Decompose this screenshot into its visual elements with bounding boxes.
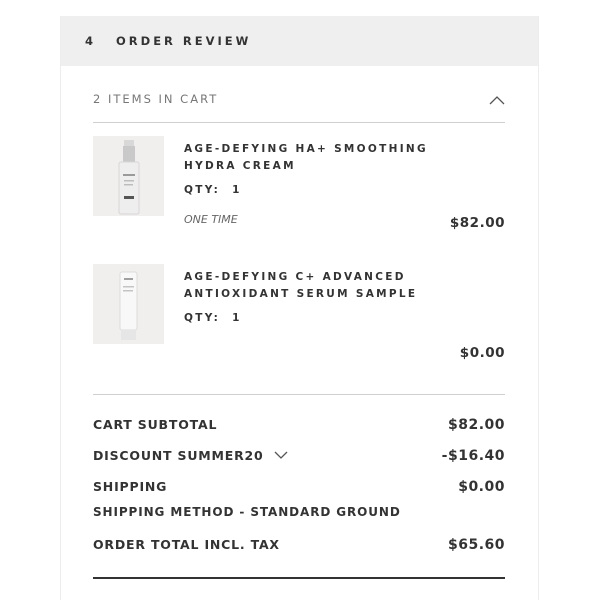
subtotal-value: $82.00 [447,416,505,433]
shipping-label: SHIPPING [93,479,168,494]
cart-toggle[interactable]: 2 ITEMS IN CART [93,92,505,123]
product-name: AGE-DEFYING HA+ SMOOTHING HYDRA CREAM [184,143,428,172]
item-price: $0.00 [459,345,505,361]
cream-pump-bottle-icon [118,140,140,215]
chevron-down-icon[interactable] [274,451,288,460]
cart-item: AGE-DEFYING HA+ SMOOTHING HYDRA CREAM QT… [93,136,505,256]
shipping-method: SHIPPING METHOD - STANDARD GROUND [93,505,401,519]
subtotal-label: CART SUBTOTAL [93,417,218,432]
qty-label: QTY: [184,184,221,196]
item-price: $82.00 [449,215,505,231]
items-in-cart-label: 2 ITEMS IN CART [93,92,219,106]
divider [93,577,505,579]
shipping-row: SHIPPING $0.00 [93,471,505,502]
qty-label: QTY: [184,312,221,324]
qty-value: 1 [232,312,242,324]
product-image [93,136,164,216]
discount-row: DISCOUNT SUMMER20 -$16.40 [93,440,505,471]
serum-tube-icon [119,271,138,340]
order-summary: CART SUBTOTAL $82.00 DISCOUNT SUMMER20 -… [93,409,505,579]
purchase-frequency: ONE TIME [184,213,238,226]
quantity: QTY: 1 [184,184,242,196]
cart-item: AGE-DEFYING C+ ADVANCED ANTIOXIDANT SERU… [93,264,505,395]
order-total-label: ORDER TOTAL INCL. TAX [93,537,280,552]
order-total-row: ORDER TOTAL INCL. TAX $65.60 [93,529,505,560]
product-image [93,264,164,344]
discount-toggle[interactable]: DISCOUNT SUMMER20 [93,448,288,463]
cart-section: 2 ITEMS IN CART AGE-DEFYING HA+ SMOOTHIN… [61,92,538,579]
order-review-header[interactable]: 4 ORDER REVIEW [61,16,538,66]
product-name: AGE-DEFYING C+ ADVANCED ANTIOXIDANT SERU… [184,271,418,300]
chevron-up-icon[interactable] [489,95,505,105]
shipping-value: $0.00 [458,478,505,495]
quantity: QTY: 1 [184,312,242,324]
order-total-value: $65.60 [447,536,505,553]
discount-label: DISCOUNT SUMMER20 [93,448,264,463]
step-number: 4 [85,34,97,48]
qty-value: 1 [232,184,242,196]
subtotal-row: CART SUBTOTAL $82.00 [93,409,505,440]
section-title: ORDER REVIEW [116,34,252,48]
discount-value: -$16.40 [441,447,505,464]
order-review-panel: 4 ORDER REVIEW 2 ITEMS IN CART AGE-DEFYI… [60,16,539,600]
